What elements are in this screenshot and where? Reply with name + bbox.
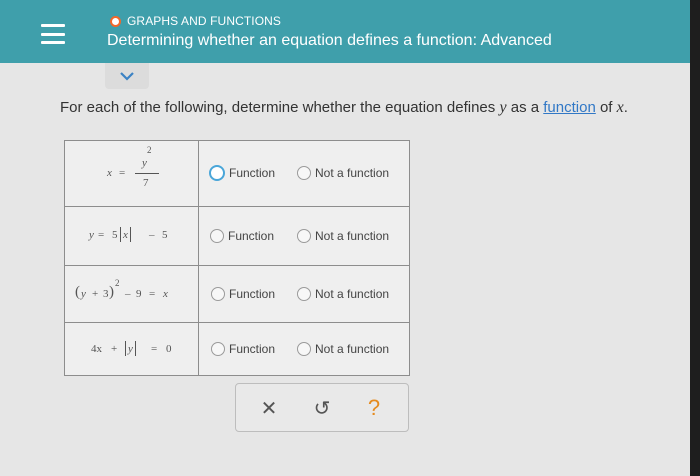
function-option[interactable]: Function — [211, 287, 275, 301]
expand-toggle[interactable] — [105, 63, 149, 89]
equation-1: x = y 2 7 — [65, 141, 199, 206]
radio-function[interactable] — [209, 165, 225, 181]
table-row: 4x + y = 0 Function Not a function — [65, 323, 409, 375]
page-title: Determining whether an equation defines … — [107, 32, 552, 49]
chevron-down-icon — [120, 72, 134, 81]
undo-button[interactable]: ↺ — [308, 394, 336, 422]
radio-not-function[interactable] — [297, 166, 311, 180]
question-mark-icon: ? — [367, 395, 381, 420]
clear-button[interactable]: ✕ — [255, 394, 283, 422]
not-function-option[interactable]: Not a function — [297, 342, 389, 356]
equation-2: y = 5 x – 5 — [65, 207, 199, 265]
radio-not-function[interactable] — [297, 342, 311, 356]
not-function-option[interactable]: Not a function — [297, 229, 389, 243]
header-bar: GRAPHS AND FUNCTIONS Determining whether… — [0, 0, 690, 63]
topic-category: GRAPHS AND FUNCTIONS — [110, 14, 281, 28]
not-function-option[interactable]: Not a function — [297, 287, 389, 301]
equation-4: 4x + y = 0 — [65, 323, 199, 375]
answer-toolbar: ✕ ↺ ? — [235, 383, 409, 432]
table-row: x = y 2 7 Function Not a function — [65, 141, 409, 207]
question-text: For each of the following, determine whe… — [60, 99, 628, 116]
not-function-option[interactable]: Not a function — [297, 166, 389, 180]
radio-not-function[interactable] — [297, 229, 311, 243]
category-dot-icon — [110, 15, 121, 27]
app-screen: GRAPHS AND FUNCTIONS Determining whether… — [0, 0, 690, 476]
radio-not-function[interactable] — [297, 287, 311, 301]
table-row: y = 5 x – 5 Function Not a function — [65, 207, 409, 266]
table-row: ( y + 3 ) 2 – 9 = x Function Not a funct… — [65, 266, 409, 323]
answer-grid: x = y 2 7 Function Not a function y = 5 … — [64, 140, 410, 376]
function-option[interactable]: Function — [209, 165, 275, 181]
function-option[interactable]: Function — [210, 229, 274, 243]
close-icon: ✕ — [260, 397, 278, 420]
category-label: GRAPHS AND FUNCTIONS — [127, 14, 282, 28]
radio-function[interactable] — [211, 287, 225, 301]
function-option[interactable]: Function — [211, 342, 275, 356]
help-button[interactable]: ? — [360, 394, 388, 422]
function-link[interactable]: function — [543, 99, 596, 116]
undo-icon: ↺ — [313, 397, 331, 420]
menu-icon[interactable] — [38, 20, 68, 48]
radio-function[interactable] — [211, 342, 225, 356]
equation-3: ( y + 3 ) 2 – 9 = x — [65, 266, 199, 322]
radio-function[interactable] — [210, 229, 224, 243]
